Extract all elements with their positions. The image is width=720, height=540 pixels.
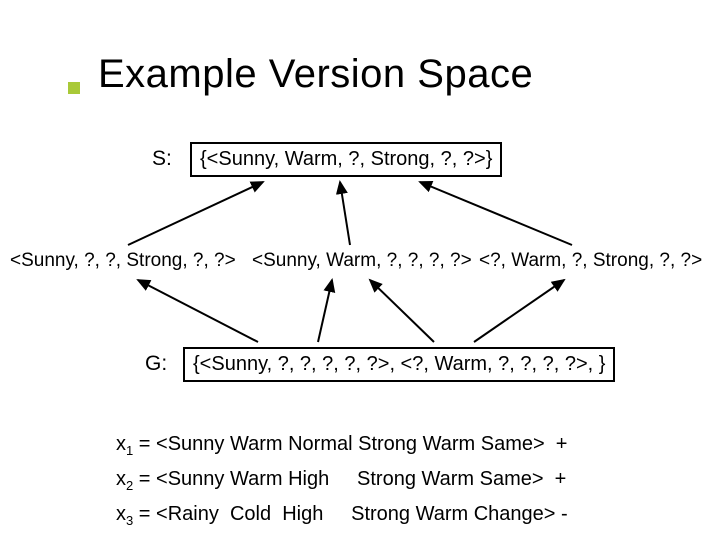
arrow-left-up-icon (128, 182, 263, 245)
list-item: x2 = <Sunny Warm High Strong Warm Same> … (116, 465, 573, 500)
slide-title: Example Version Space (98, 52, 533, 97)
arrow-g-to-center1-icon (318, 280, 332, 342)
examples-list: x1 = <Sunny Warm Normal Strong Warm Same… (116, 430, 573, 540)
example-val: = <Rainy Cold High Strong Warm Change> - (133, 503, 567, 525)
arrow-g-to-left-icon (138, 280, 258, 342)
example-val: = <Sunny Warm Normal Strong Warm Same> + (133, 433, 567, 455)
arrow-right-up-icon (420, 182, 572, 245)
example-var: x (116, 433, 126, 455)
hyp-left: <Sunny, ?, ?, Strong, ?, ?> (10, 250, 236, 272)
example-var: x (116, 468, 126, 490)
hyp-right: <?, Warm, ?, Strong, ?, ?> (479, 250, 702, 272)
s-label: S: (152, 147, 172, 171)
list-item: x1 = <Sunny Warm Normal Strong Warm Same… (116, 430, 573, 465)
example-var: x (116, 503, 126, 525)
list-item: x3 = <Rainy Cold High Strong Warm Change… (116, 500, 573, 535)
arrow-g-to-center2-icon (370, 280, 434, 342)
g-box: {<Sunny, ?, ?, ?, ?, ?>, <?, Warm, ?, ?,… (183, 347, 615, 382)
g-label: G: (145, 352, 167, 376)
s-box: {<Sunny, Warm, ?, Strong, ?, ?>} (190, 142, 502, 177)
slide: Example Version Space S: {<Sunny, Warm, … (0, 0, 720, 540)
example-val: = <Sunny Warm High Strong Warm Same> + (133, 468, 566, 490)
bullet-icon (68, 82, 80, 94)
list-item: x4 = <Sunny Warm High Strong Cool Change… (116, 535, 573, 540)
arrow-g-to-right-icon (474, 280, 564, 342)
hyp-center: <Sunny, Warm, ?, ?, ?, ?> (252, 250, 472, 272)
arrow-center-up-icon (340, 182, 350, 245)
